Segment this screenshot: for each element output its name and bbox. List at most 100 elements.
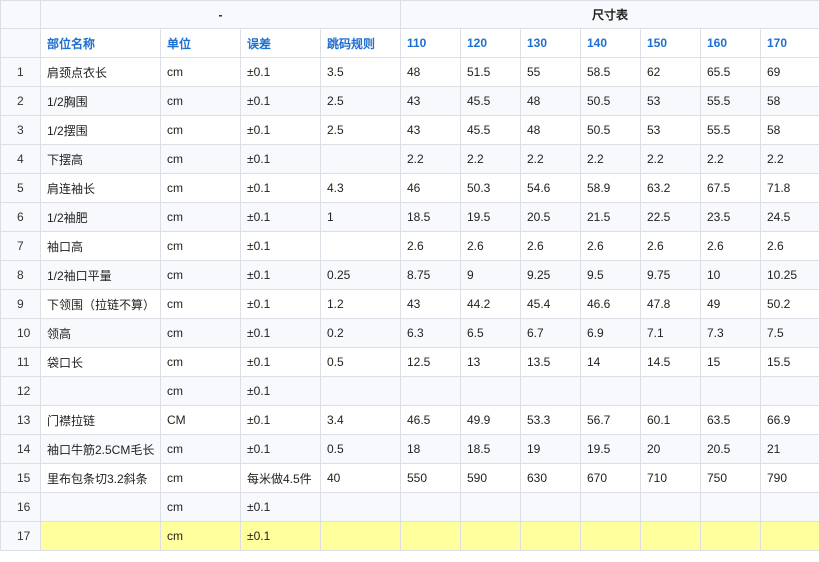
- grid-cell[interactable]: 19.5: [580, 434, 641, 464]
- grid-cell[interactable]: ±0.1: [240, 231, 321, 261]
- grid-cell[interactable]: 2.2: [400, 144, 461, 174]
- grid-cell[interactable]: [400, 521, 461, 551]
- grid-cell[interactable]: [759, 376, 819, 406]
- grid-cell[interactable]: 50.2: [759, 289, 819, 319]
- grid-cell[interactable]: 50.5: [580, 115, 641, 145]
- grid-cell[interactable]: 58: [759, 86, 819, 116]
- grid-cell[interactable]: ±0.1: [240, 57, 321, 87]
- grid-cell[interactable]: [40, 492, 161, 522]
- grid-cell[interactable]: 24.5: [759, 202, 819, 232]
- row-number[interactable]: 7: [0, 231, 41, 261]
- grid-cell[interactable]: 2.5: [320, 86, 401, 116]
- grid-cell[interactable]: 2.6: [700, 231, 761, 261]
- grid-cell[interactable]: [520, 492, 581, 522]
- row-number[interactable]: 12: [0, 376, 41, 406]
- grid-cell[interactable]: 下摆高: [40, 144, 161, 174]
- grid-cell[interactable]: [520, 521, 581, 551]
- row-number[interactable]: 10: [0, 318, 41, 348]
- grid-cell[interactable]: cm: [160, 492, 241, 522]
- grid-cell[interactable]: 43: [400, 289, 461, 319]
- grid-cell[interactable]: 13: [460, 347, 521, 377]
- row-number[interactable]: 6: [0, 202, 41, 232]
- grid-cell[interactable]: 63.5: [700, 405, 761, 435]
- grid-cell[interactable]: 3.5: [320, 57, 401, 87]
- grid-cell[interactable]: cm: [160, 463, 241, 493]
- grid-cell[interactable]: 48: [520, 86, 581, 116]
- grid-cell[interactable]: ±0.1: [240, 115, 321, 145]
- grid-cell[interactable]: 0.2: [320, 318, 401, 348]
- grid-cell[interactable]: ±0.1: [240, 347, 321, 377]
- grid-cell[interactable]: [320, 376, 401, 406]
- grid-cell[interactable]: 4.3: [320, 173, 401, 203]
- grid-cell[interactable]: 22.5: [640, 202, 701, 232]
- row-number[interactable]: 15: [0, 463, 41, 493]
- row-number[interactable]: 9: [0, 289, 41, 319]
- grid-cell[interactable]: cm: [160, 144, 241, 174]
- column-header[interactable]: 160: [700, 28, 761, 58]
- grid-cell[interactable]: [700, 376, 761, 406]
- grid-cell[interactable]: 53: [640, 86, 701, 116]
- grid-cell[interactable]: [640, 492, 701, 522]
- grid-cell[interactable]: 袖口高: [40, 231, 161, 261]
- grid-cell[interactable]: 18: [400, 434, 461, 464]
- grid-cell[interactable]: [580, 521, 641, 551]
- group-header-size-chart[interactable]: 尺寸表: [399, 0, 819, 29]
- grid-cell[interactable]: 1/2袖肥: [40, 202, 161, 232]
- grid-cell[interactable]: 2.2: [700, 144, 761, 174]
- grid-cell[interactable]: 7.5: [759, 318, 819, 348]
- grid-cell[interactable]: ±0.1: [240, 521, 321, 551]
- grid-cell[interactable]: 2.5: [320, 115, 401, 145]
- grid-cell[interactable]: 领高: [40, 318, 161, 348]
- row-number[interactable]: 2: [0, 86, 41, 116]
- grid-cell[interactable]: 6.7: [520, 318, 581, 348]
- grid-cell[interactable]: 10: [700, 260, 761, 290]
- grid-cell[interactable]: 2.6: [580, 231, 641, 261]
- row-number[interactable]: 14: [0, 434, 41, 464]
- column-header[interactable]: 部位名称: [40, 28, 161, 58]
- grid-cell[interactable]: 790: [759, 463, 819, 493]
- grid-cell[interactable]: ±0.1: [240, 202, 321, 232]
- grid-cell[interactable]: cm: [160, 318, 241, 348]
- grid-cell[interactable]: ±0.1: [240, 492, 321, 522]
- grid-cell[interactable]: cm: [160, 376, 241, 406]
- grid-cell[interactable]: ±0.1: [240, 86, 321, 116]
- grid-cell[interactable]: 2.2: [759, 144, 819, 174]
- row-number[interactable]: 1: [0, 57, 41, 87]
- row-number[interactable]: 11: [0, 347, 41, 377]
- grid-cell[interactable]: 63.2: [640, 173, 701, 203]
- column-header[interactable]: 120: [460, 28, 521, 58]
- column-header[interactable]: 误差: [240, 28, 321, 58]
- grid-cell[interactable]: 48: [520, 115, 581, 145]
- row-number[interactable]: 5: [0, 173, 41, 203]
- grid-cell[interactable]: 3.4: [320, 405, 401, 435]
- grid-cell[interactable]: cm: [160, 231, 241, 261]
- grid-cell[interactable]: [460, 376, 521, 406]
- grid-cell[interactable]: 2.6: [520, 231, 581, 261]
- grid-cell[interactable]: 0.5: [320, 347, 401, 377]
- grid-cell[interactable]: 1: [320, 202, 401, 232]
- grid-cell[interactable]: 10.25: [759, 260, 819, 290]
- grid-cell[interactable]: 58.9: [580, 173, 641, 203]
- grid-cell[interactable]: cm: [160, 57, 241, 87]
- grid-cell[interactable]: 下领围（拉链不算）: [40, 289, 161, 319]
- grid-cell[interactable]: 710: [640, 463, 701, 493]
- grid-cell[interactable]: 46: [400, 173, 461, 203]
- column-header[interactable]: 单位: [160, 28, 241, 58]
- grid-cell[interactable]: [320, 492, 401, 522]
- grid-cell[interactable]: 2.6: [400, 231, 461, 261]
- grid-cell[interactable]: 6.9: [580, 318, 641, 348]
- grid-cell[interactable]: CM: [160, 405, 241, 435]
- row-number[interactable]: 17: [0, 521, 41, 551]
- grid-cell[interactable]: 14: [580, 347, 641, 377]
- grid-cell[interactable]: [40, 376, 161, 406]
- grid-cell[interactable]: 门襟拉链: [40, 405, 161, 435]
- grid-cell[interactable]: [460, 521, 521, 551]
- grid-cell[interactable]: 58: [759, 115, 819, 145]
- grid-cell[interactable]: 47.8: [640, 289, 701, 319]
- grid-cell[interactable]: [580, 492, 641, 522]
- grid-cell[interactable]: [640, 376, 701, 406]
- grid-cell[interactable]: 23.5: [700, 202, 761, 232]
- grid-cell[interactable]: ±0.1: [240, 144, 321, 174]
- grid-cell[interactable]: 肩颈点衣长: [40, 57, 161, 87]
- grid-cell[interactable]: 67.5: [700, 173, 761, 203]
